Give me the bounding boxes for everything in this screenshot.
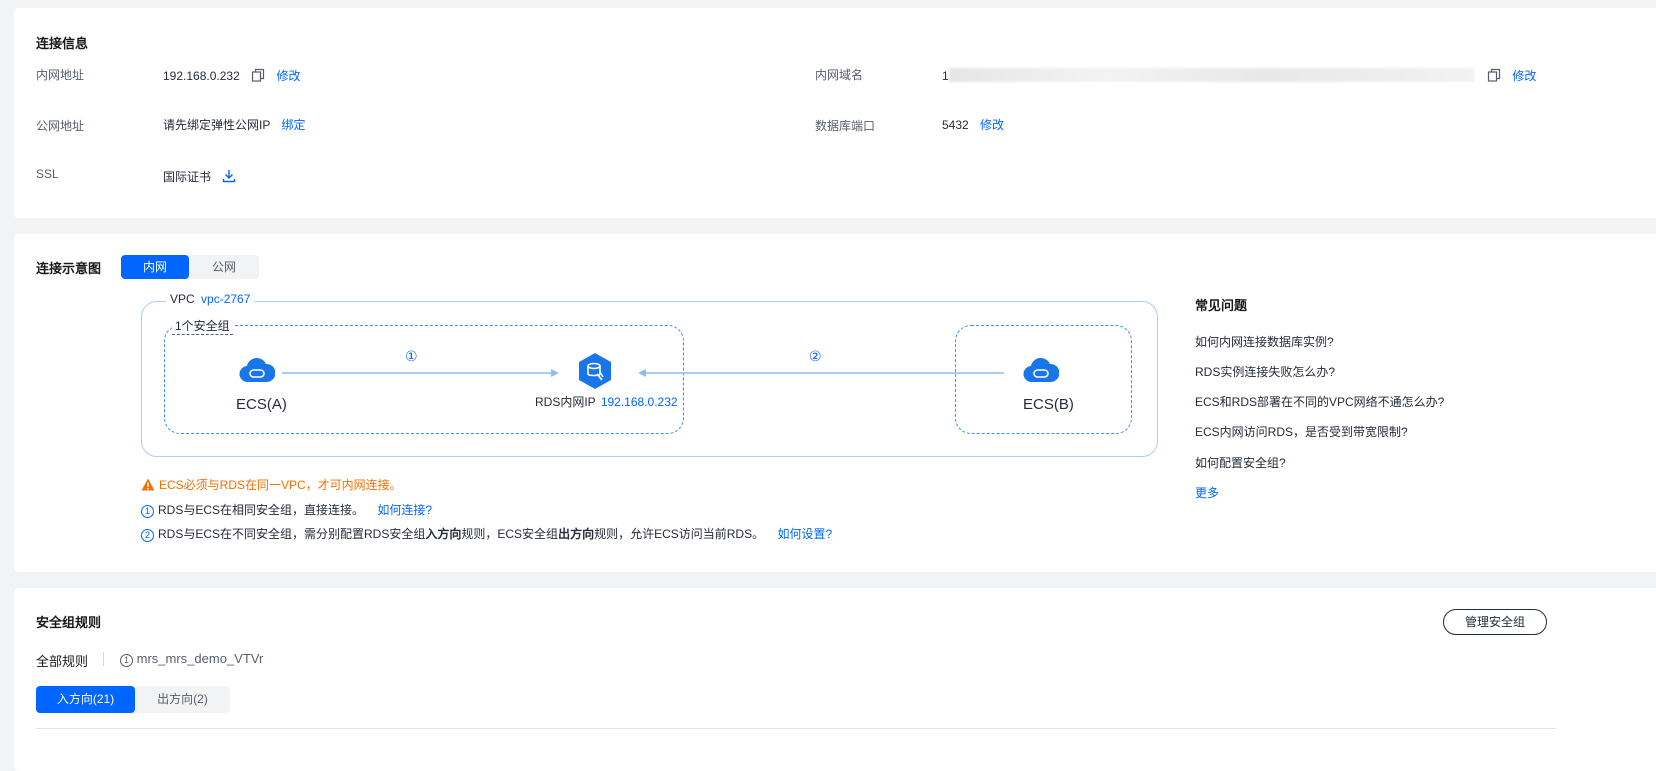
ssl-label: SSL (36, 167, 59, 181)
faq-item[interactable]: ECS内网访问RDS，是否受到带宽限制? (1195, 423, 1408, 440)
warning-icon (141, 478, 155, 494)
direction-tab-switch: 入方向(21) 出方向(2) (36, 686, 230, 713)
rds-ip-label: RDS内网IP (535, 395, 596, 409)
note-1-text: RDS与ECS在相同安全组，直接连接。 (158, 503, 365, 517)
divider (103, 652, 104, 666)
faq-item[interactable]: 如何配置安全组? (1195, 454, 1286, 471)
note-1: 1 RDS与ECS在相同安全组，直接连接。 如何连接? (141, 501, 432, 518)
note-2: 2 RDS与ECS在不同安全组，需分别配置RDS安全组入方向规则，ECS安全组出方… (141, 525, 832, 542)
faq-item[interactable]: 如何内网连接数据库实例? (1195, 333, 1334, 350)
ecs-cloud-icon (239, 354, 276, 389)
faq-more-link[interactable]: 更多 (1195, 484, 1219, 501)
public-address-value-row: 请先绑定弹性公网IP 绑定 (163, 116, 305, 133)
section-title: 安全组规则 (36, 615, 102, 630)
faq-title: 常见问题 (1195, 298, 1248, 313)
warning-note: ECS必须与RDS在同一VPC，才可内网连接。 (141, 476, 402, 494)
internal-address-value-row: 192.168.0.232 修改 (163, 67, 300, 84)
security-rules-card: 安全组规则 管理安全组 全部规则 1 mrs_mrs_demo_VTVr 入方向… (14, 588, 1656, 771)
ssl-value-row: 国际证书 (163, 168, 236, 186)
faq-item[interactable]: ECS和RDS部署在不同的VPC网络不通怎么办? (1195, 393, 1444, 410)
db-port-value-row: 5432 修改 (942, 116, 1004, 133)
note-2-text-c: 规则，ECS安全组 (461, 527, 559, 541)
faq-item[interactable]: RDS实例连接失败怎么办? (1195, 363, 1335, 380)
internal-domain-value-row: 1 修改 (942, 67, 1536, 84)
download-icon[interactable] (222, 169, 236, 186)
internal-domain-value: 1 (942, 69, 949, 83)
edit-domain-link[interactable]: 修改 (1512, 69, 1536, 83)
manage-security-group-button[interactable]: 管理安全组 (1443, 609, 1547, 635)
all-rules-label: 全部规则 (36, 654, 89, 669)
internal-address-label: 内网地址 (36, 68, 85, 82)
warning-text: ECS必须与RDS在同一VPC，才可内网连接。 (159, 478, 402, 492)
step-1-badge: 1 (141, 505, 154, 518)
redacted-domain (948, 68, 1474, 82)
edit-internal-address-link[interactable]: 修改 (276, 69, 300, 83)
note-2-text-a: RDS与ECS在不同安全组，需分别配置RDS安全组 (158, 527, 426, 541)
security-group-selector[interactable]: 1 mrs_mrs_demo_VTVr (120, 651, 263, 667)
rds-ip-row: RDS内网IP 192.168.0.232 (535, 393, 678, 410)
section-title: 连接信息 (36, 36, 89, 51)
tab-inbound[interactable]: 入方向(21) (36, 686, 135, 713)
note-2-text-e: 规则，允许ECS访问当前RDS。 (594, 527, 765, 541)
public-address-label: 公网地址 (36, 119, 85, 133)
connection-diagram-card: 连接示意图 内网 公网 VPC vpc-2767 1个安全组 ① ② ECS(A… (14, 234, 1656, 572)
table-top-border (36, 728, 1556, 729)
internal-address-value: 192.168.0.232 (163, 69, 240, 83)
rds-database-icon (577, 352, 613, 393)
edit-port-link[interactable]: 修改 (980, 118, 1004, 132)
copy-icon[interactable] (251, 68, 265, 82)
rds-ip-value: 192.168.0.232 (600, 395, 678, 409)
tab-outbound[interactable]: 出方向(2) (135, 686, 230, 713)
security-group-name: mrs_mrs_demo_VTVr (136, 651, 264, 666)
step-2-badge: 2 (141, 529, 154, 542)
internal-domain-label: 内网域名 (815, 68, 864, 82)
public-address-value: 请先绑定弹性公网IP (163, 118, 271, 132)
step-1-marker: ① (405, 348, 418, 364)
ecs-a-label: ECS(A) (236, 396, 287, 413)
note-2-outbound: 出方向 (558, 527, 595, 541)
how-to-connect-link[interactable]: 如何连接? (377, 503, 432, 517)
copy-icon[interactable] (1487, 68, 1501, 82)
info-icon: 1 (120, 654, 133, 667)
step-2-marker: ② (809, 348, 822, 364)
how-to-configure-link[interactable]: 如何设置? (777, 527, 832, 541)
ecs-cloud-icon (1023, 354, 1060, 389)
bind-eip-link[interactable]: 绑定 (281, 118, 305, 132)
db-port-value: 5432 (942, 118, 969, 132)
ecs-b-label: ECS(B) (1023, 396, 1074, 413)
note-2-inbound: 入方向 (425, 527, 462, 541)
ssl-value: 国际证书 (163, 170, 212, 184)
db-port-label: 数据库端口 (815, 119, 876, 133)
connection-info-card: 连接信息 内网地址 192.168.0.232 修改 公网地址 请先绑定弹性公网… (14, 8, 1656, 218)
